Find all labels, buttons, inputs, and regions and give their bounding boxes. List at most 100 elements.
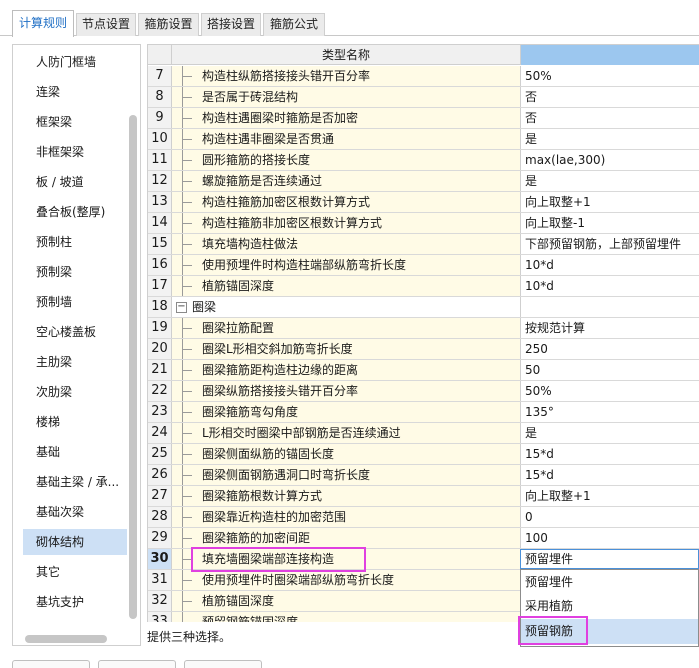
value-cell[interactable]: 135°	[521, 402, 699, 422]
row-number: 18	[148, 297, 172, 317]
table-row[interactable]: 8 是否属于砖混结构 否	[148, 87, 699, 108]
tree-line	[182, 475, 192, 476]
table-row[interactable]: 18− 圈梁	[148, 297, 699, 318]
sidebar-item[interactable]: 板 / 坡道	[23, 169, 127, 195]
table-row[interactable]: 28 圈梁靠近构造柱的加密范围 0	[148, 507, 699, 528]
tab-lap-settings[interactable]: 搭接设置	[201, 13, 261, 36]
value-cell[interactable]: 下部预留钢筋，上部预留埋件	[521, 234, 699, 254]
value-cell[interactable]: 50%	[521, 381, 699, 401]
horizontal-scrollbar[interactable]	[25, 635, 107, 643]
sidebar-item[interactable]: 非框架梁	[23, 139, 127, 165]
sidebar-item[interactable]: 楼梯	[23, 409, 127, 435]
sidebar-item[interactable]: 基坑支护	[23, 589, 127, 615]
footer-button[interactable]	[12, 660, 90, 668]
table-row[interactable]: 23 圈梁箍筋弯勾角度 135°	[148, 402, 699, 423]
name-cell: 圈梁侧面纵筋的锚固长度	[172, 444, 521, 464]
value-cell[interactable]: 50	[521, 360, 699, 380]
sidebar-item[interactable]: 空心楼盖板	[23, 319, 127, 345]
table-row[interactable]: 11 圆形箍筋的搭接长度 max(lae,300)	[148, 150, 699, 171]
value-cell[interactable]: 15*d	[521, 465, 699, 485]
table-row[interactable]: 26 圈梁侧面钢筋遇洞口时弯折长度 15*d	[148, 465, 699, 486]
sidebar-item[interactable]: 预制梁	[23, 259, 127, 285]
table-row[interactable]: 17 植筋锚固深度 10*d	[148, 276, 699, 297]
value-cell[interactable]: 是	[521, 171, 699, 191]
collapse-icon[interactable]: −	[176, 302, 187, 313]
table-row[interactable]: 19 圈梁拉筋配置 按规范计算	[148, 318, 699, 339]
row-number: 8	[148, 87, 172, 107]
table-row[interactable]: 9 构造柱遇圈梁时箍筋是否加密 否	[148, 108, 699, 129]
value-cell[interactable]: 0	[521, 507, 699, 527]
value-cell[interactable]: 向上取整+1	[521, 192, 699, 212]
tab-calc-rules[interactable]: 计算规则	[12, 10, 74, 37]
table-row[interactable]: 7 构造柱纵筋搭接接头错开百分率 50%	[148, 66, 699, 87]
column-header-value	[521, 45, 699, 65]
tree-line	[182, 412, 192, 413]
table-row[interactable]: 10 构造柱遇非圈梁是否贯通 是	[148, 129, 699, 150]
table-row[interactable]: 21 圈梁箍筋距构造柱边缘的距离 50	[148, 360, 699, 381]
sidebar-item[interactable]: 叠合板(整厚)	[23, 199, 127, 225]
table-row[interactable]: 29 圈梁箍筋的加密间距 100	[148, 528, 699, 549]
sidebar-item[interactable]: 次肋梁	[23, 379, 127, 405]
tab-stirrup-settings[interactable]: 箍筋设置	[138, 13, 199, 36]
table-row[interactable]: 25 圈梁侧面纵筋的锚固长度 15*d	[148, 444, 699, 465]
value-cell[interactable]: 向上取整+1	[521, 486, 699, 506]
tab-stirrup-formula[interactable]: 箍筋公式	[263, 13, 325, 36]
sidebar-item[interactable]: 基础主梁 / 承...	[23, 469, 127, 495]
value-cell[interactable]: 10*d	[521, 255, 699, 275]
tree-line	[182, 454, 192, 455]
sidebar-item[interactable]: 预制墙	[23, 289, 127, 315]
sidebar-item[interactable]: 基础次梁	[23, 499, 127, 525]
table-row[interactable]: 15 填充墙构造柱做法 下部预留钢筋，上部预留埋件	[148, 234, 699, 255]
value-cell[interactable]: 否	[521, 108, 699, 128]
value-cell[interactable]: 向上取整-1	[521, 213, 699, 233]
value-cell[interactable]: 15*d	[521, 444, 699, 464]
value-cell[interactable]	[521, 297, 699, 317]
table-row[interactable]: 13 构造柱箍筋加密区根数计算方式 向上取整+1	[148, 192, 699, 213]
sidebar-item[interactable]: 预制柱	[23, 229, 127, 255]
end-connection-select[interactable]: 预留埋件	[520, 549, 699, 569]
tree-line	[182, 118, 192, 119]
table-row[interactable]: 20 圈梁L形相交斜加筋弯折长度 250	[148, 339, 699, 360]
row-number: 29	[148, 528, 172, 548]
value-cell[interactable]: 是	[521, 129, 699, 149]
footer-button[interactable]	[184, 660, 262, 668]
table-row[interactable]: 12 螺旋箍筋是否连续通过 是	[148, 171, 699, 192]
row-number: 32	[148, 591, 172, 611]
name-text: 圈梁	[192, 300, 217, 314]
value-cell[interactable]: 按规范计算	[521, 318, 699, 338]
value-cell[interactable]: 100	[521, 528, 699, 548]
description-text: 提供三种选择。	[147, 630, 232, 644]
value-cell[interactable]: 是	[521, 423, 699, 443]
name-cell: 植筋锚固深度	[172, 591, 521, 611]
tree-line	[182, 265, 192, 266]
value-cell[interactable]: 否	[521, 87, 699, 107]
tab-node-settings[interactable]: 节点设置	[76, 13, 136, 36]
vertical-scrollbar[interactable]	[129, 115, 137, 619]
table-row[interactable]: 22 圈梁纵筋搭接接头错开百分率 50%	[148, 381, 699, 402]
value-cell[interactable]: 10*d	[521, 276, 699, 296]
sidebar-item[interactable]: 主肋梁	[23, 349, 127, 375]
table-row[interactable]: 14 构造柱箍筋非加密区根数计算方式 向上取整-1	[148, 213, 699, 234]
value-cell[interactable]: 250	[521, 339, 699, 359]
sidebar-item[interactable]: 基础	[23, 439, 127, 465]
sidebar-item[interactable]: 人防门框墙	[23, 49, 127, 75]
row-number: 27	[148, 486, 172, 506]
sidebar-item[interactable]: 其它	[23, 559, 127, 585]
value-cell[interactable]: 50%	[521, 66, 699, 86]
table-row[interactable]: 24 L形相交时圈梁中部钢筋是否连续通过 是	[148, 423, 699, 444]
footer-button[interactable]	[98, 660, 176, 668]
name-cell: 构造柱箍筋加密区根数计算方式	[172, 192, 521, 212]
table-row[interactable]: 27 圈梁箍筋根数计算方式 向上取整+1	[148, 486, 699, 507]
tree-line	[182, 517, 192, 518]
name-text: 植筋锚固深度	[202, 594, 275, 608]
value-cell[interactable]: max(lae,300)	[521, 150, 699, 170]
name-cell: 圈梁箍筋的加密间距	[172, 528, 521, 548]
table-row[interactable]: 16 使用预埋件时构造柱端部纵筋弯折长度 10*d	[148, 255, 699, 276]
name-text: 使用预埋件时构造柱端部纵筋弯折长度	[202, 258, 407, 272]
name-cell: 是否属于砖混结构	[172, 87, 521, 107]
sidebar-item[interactable]: 框架梁	[23, 109, 127, 135]
option-embedded-part[interactable]: 预留埋件	[521, 570, 698, 595]
sidebar-item[interactable]: 连梁	[23, 79, 127, 105]
sidebar-item[interactable]: 砌体结构	[23, 529, 127, 555]
name-text: 构造柱箍筋非加密区根数计算方式	[202, 216, 383, 230]
